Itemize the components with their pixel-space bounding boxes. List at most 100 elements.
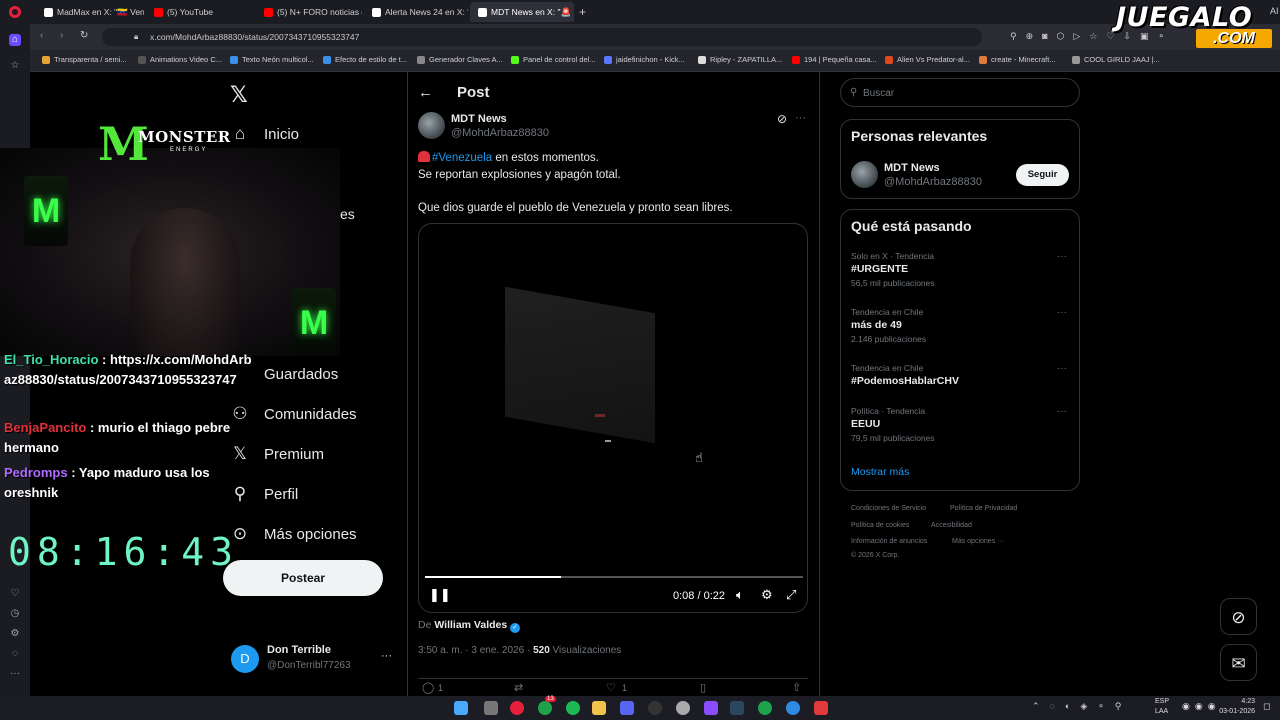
app-icon[interactable]: [648, 701, 662, 715]
app-icon[interactable]: [704, 701, 718, 715]
tray-clock[interactable]: 4:23 03-01-2026: [1215, 697, 1255, 717]
forward-arrow-icon[interactable]: ›: [60, 30, 63, 41]
footer-terms[interactable]: Condiciones de Servicio: [851, 505, 926, 512]
author-name[interactable]: MDT News: [451, 113, 507, 125]
tray-icons[interactable]: ⌃◌◐◈⚬⚲: [1032, 701, 1131, 712]
notifications-icon[interactable]: ◻: [1263, 701, 1270, 712]
app-icon[interactable]: [758, 701, 772, 715]
windows-start-icon[interactable]: [454, 701, 468, 715]
video-player[interactable]: ☝ ❚❚ 0:08 / 0:22 🔈︎ ⚙ ⤢: [418, 223, 808, 613]
hashtag-link[interactable]: #Venezuela: [432, 152, 492, 164]
footer-more[interactable]: Más opciones ···: [952, 538, 1004, 545]
more-icon[interactable]: ···: [9, 668, 21, 680]
back-arrow-icon[interactable]: ←: [418, 84, 433, 101]
logo-sub-text: .COM: [1196, 29, 1272, 48]
post-more-icon[interactable]: ···: [795, 112, 806, 124]
grok-icon[interactable]: ⊘: [777, 112, 787, 126]
tab-youtube[interactable]: (5) YouTube: [146, 2, 254, 22]
post-button[interactable]: Postear: [223, 560, 383, 596]
back-arrow-icon[interactable]: ‹: [40, 30, 43, 41]
search-input[interactable]: ⚲ Buscar: [840, 78, 1080, 107]
footer-privacy[interactable]: Política de Privacidad: [950, 505, 1017, 512]
follow-button[interactable]: Seguir: [1016, 164, 1069, 186]
bookmark-item[interactable]: Generador Claves A...: [417, 55, 503, 64]
share-icon[interactable]: ⇧: [792, 681, 801, 694]
bookmark-item[interactable]: Ripley - ZAPATILLA...: [698, 55, 782, 64]
bookmark-item[interactable]: COOL GIRLD JAAJ |...: [1072, 55, 1160, 64]
author-handle[interactable]: @MohdArbaz88830: [451, 127, 549, 139]
bookmark-action-icon[interactable]: ▯: [700, 681, 706, 694]
xbox-icon[interactable]: [538, 701, 552, 715]
tab-madmax[interactable]: MadMax en X: "🇻🇪 Vene: [36, 2, 144, 22]
reload-icon[interactable]: ↻: [80, 30, 88, 41]
tab-nplus[interactable]: (5) N+ FORO noticias en v: [256, 2, 362, 22]
account-more-icon[interactable]: ···: [381, 650, 392, 662]
bookmark-item[interactable]: Efecto de estilo de t...: [323, 55, 407, 64]
bookmark-item[interactable]: jaidefinichon - Kick...: [604, 55, 685, 64]
url-field[interactable]: 🔒︎ x.com/MohdArbaz88830/status/200734371…: [102, 28, 982, 46]
tray-language[interactable]: ESP LAA: [1155, 697, 1169, 717]
opera-icon[interactable]: [9, 6, 21, 18]
bookmark-item[interactable]: Animations Video C...: [138, 55, 222, 64]
relevant-name[interactable]: MDT News: [884, 162, 940, 174]
app-icon[interactable]: [676, 701, 690, 715]
bookmark-item[interactable]: Texto Neón multicol...: [230, 55, 314, 64]
nav-partial-label[interactable]: es: [340, 206, 355, 222]
trend-more-icon[interactable]: ···: [1057, 251, 1067, 262]
post-timestamp[interactable]: 3:50 a. m. · 3 ene. 2026 ·: [418, 645, 533, 656]
bulb-icon[interactable]: ◌: [9, 648, 21, 660]
show-more-link[interactable]: Mostrar más: [851, 466, 909, 478]
app-icon[interactable]: [786, 701, 800, 715]
like-icon[interactable]: ♡: [606, 681, 616, 694]
bookmark-item[interactable]: 194 | Pequeña casa...: [792, 55, 877, 64]
history-icon[interactable]: ◷: [9, 608, 21, 620]
trend-more-icon[interactable]: ···: [1057, 406, 1067, 417]
nav-home[interactable]: ⌂ Inicio: [230, 120, 299, 148]
trend-item[interactable]: Tendencia en Chile más de 49 2.146 publi…: [851, 307, 1071, 344]
footer-accessibility[interactable]: Accesibilidad: [931, 522, 972, 529]
relevant-handle[interactable]: @MohdArbaz88830: [884, 176, 982, 188]
trend-item[interactable]: Política · Tendencia EEUU 79,5 mil publi…: [851, 406, 1071, 443]
grok-float-icon[interactable]: ⊘: [1220, 598, 1257, 635]
bookmark-item[interactable]: Alien Vs Predator-al...: [885, 55, 970, 64]
bookmark-item[interactable]: Panel de control del...: [511, 55, 596, 64]
x-favicon-icon: [44, 7, 53, 17]
app-icon[interactable]: [814, 701, 828, 715]
x-logo-icon[interactable]: 𝕏: [230, 82, 248, 108]
home-icon[interactable]: ⌂: [9, 34, 21, 46]
folder-icon[interactable]: [592, 701, 606, 715]
heart-icon[interactable]: ♡: [9, 588, 21, 600]
messages-float-icon[interactable]: ✉: [1220, 644, 1257, 681]
video-progress-bar[interactable]: [425, 576, 803, 578]
nav-more-options[interactable]: ⊙ Más opciones: [230, 520, 357, 548]
star-icon[interactable]: ☆: [9, 60, 21, 72]
task-view-icon[interactable]: [484, 701, 498, 715]
volume-icon[interactable]: 🔈︎: [736, 587, 744, 603]
spotify-icon[interactable]: [566, 701, 580, 715]
repost-icon[interactable]: ⇄: [514, 681, 523, 694]
bookmark-favicon-icon: [323, 55, 331, 64]
fullscreen-icon[interactable]: ⤢: [786, 587, 796, 603]
trend-item[interactable]: Tendencia en Chile #PodemosHablarCHV ···: [851, 363, 1071, 387]
trend-more-icon[interactable]: ···: [1057, 307, 1067, 318]
source-author-link[interactable]: William Valdes: [434, 619, 507, 631]
reply-icon[interactable]: ◯: [422, 681, 434, 694]
author-avatar[interactable]: [418, 112, 445, 139]
trend-item[interactable]: Solo en X · Tendencia #URGENTE 56,5 mil …: [851, 251, 1071, 288]
bookmark-item[interactable]: Transparenta / semi...: [42, 55, 127, 64]
opera-taskbar-icon[interactable]: [510, 701, 524, 715]
settings-gear-icon[interactable]: ⚙: [761, 587, 773, 603]
tab-mdt-news[interactable]: MDT News en X: "🚨: [470, 2, 574, 22]
trend-more-icon[interactable]: ···: [1057, 363, 1067, 374]
relevant-avatar[interactable]: [851, 161, 878, 188]
tab-alerta-news[interactable]: Alerta News 24 en X: "úut: [364, 2, 468, 22]
pause-icon[interactable]: ❚❚: [429, 587, 451, 603]
new-tab-icon[interactable]: +: [579, 5, 586, 19]
settings-icon[interactable]: ⚙: [9, 628, 21, 640]
discord-icon[interactable]: [620, 701, 634, 715]
bookmark-item[interactable]: create - Minecraft...: [979, 55, 1056, 64]
footer-cookies[interactable]: Política de cookies: [851, 522, 909, 529]
steam-icon[interactable]: [730, 701, 744, 715]
account-switcher[interactable]: D Don Terrible @DonTerribl77263 ···: [231, 644, 401, 678]
footer-ads[interactable]: Información de anuncios: [851, 538, 927, 545]
